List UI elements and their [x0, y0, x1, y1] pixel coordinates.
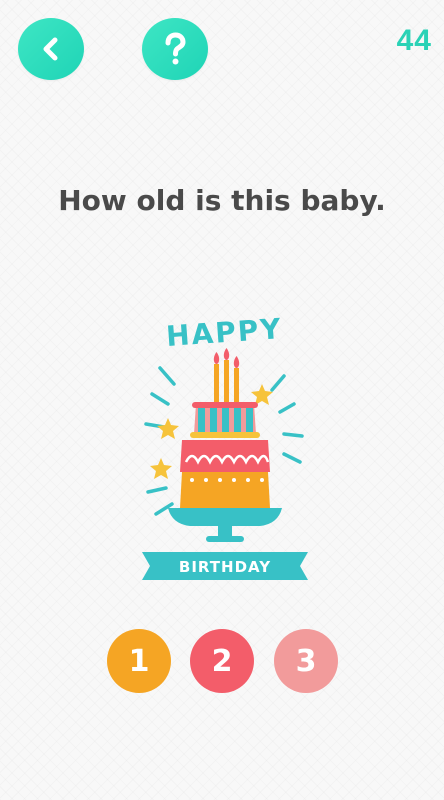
- answer-option-1[interactable]: 1: [107, 629, 171, 693]
- birthday-cake-icon: HAPPY BIRTHDAY: [134, 312, 316, 586]
- help-button[interactable]: [142, 18, 208, 80]
- answer-option-2[interactable]: 2: [190, 629, 254, 693]
- question-mark-icon: [161, 32, 189, 66]
- birthday-text: BIRTHDAY: [179, 558, 271, 576]
- happy-text: HAPPY: [165, 312, 283, 353]
- question-text: How old is this baby.: [58, 184, 386, 217]
- answer-option-3[interactable]: 3: [274, 629, 338, 693]
- back-button[interactable]: [18, 18, 84, 80]
- level-counter: 44: [396, 24, 432, 57]
- chevron-left-icon: [37, 35, 65, 63]
- answer-options: 1 2 3: [0, 629, 444, 693]
